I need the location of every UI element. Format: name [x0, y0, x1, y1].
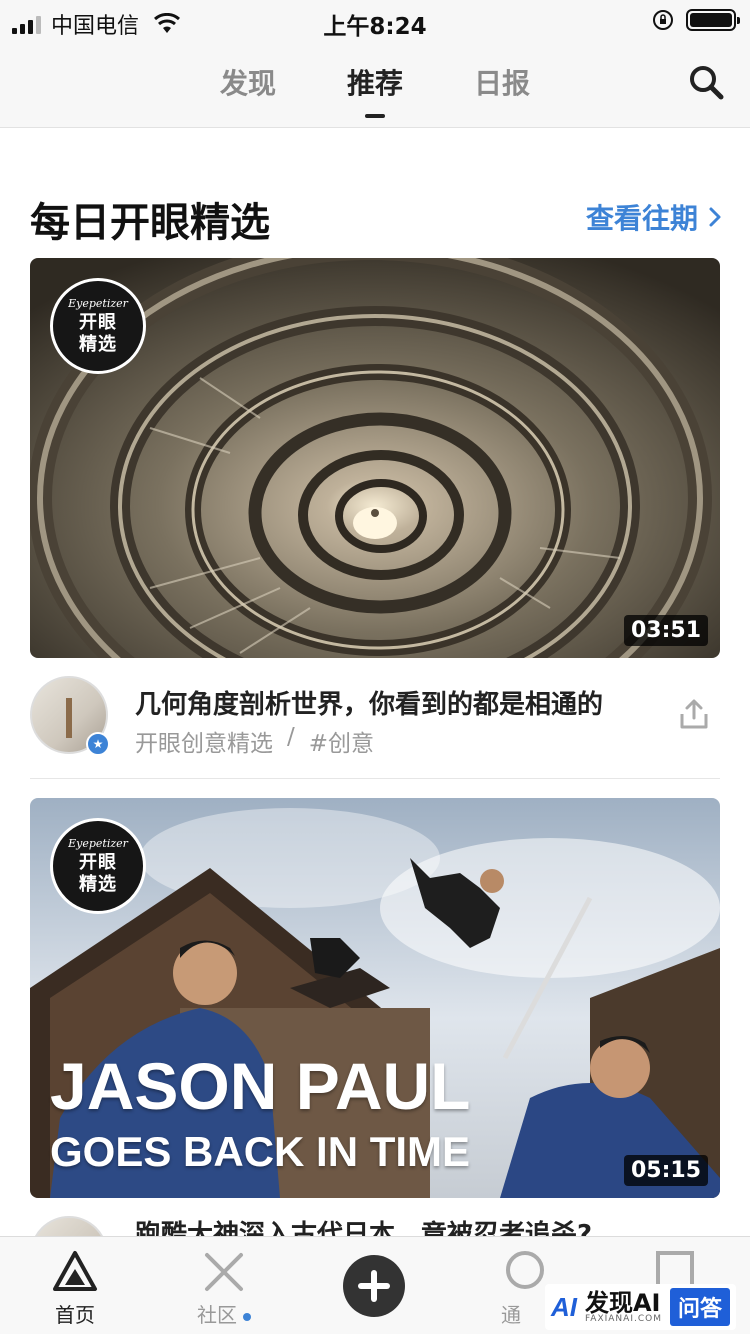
new-dot-indicator [243, 1312, 251, 1321]
cover-title-line1: JASON PAUL [50, 1049, 471, 1123]
status-right [652, 9, 740, 31]
video-info-1[interactable]: ★ 几何角度剖析世界，你看到的都是相通的 开眼创意精选 / #创意 [30, 676, 720, 776]
badge-line1: 开眼 [79, 851, 117, 873]
watermark-name: 发现AI [584, 1288, 661, 1317]
home-triangle-icon [53, 1251, 97, 1291]
tab-community-text: 社区 [197, 1303, 237, 1327]
video-cover-1[interactable]: Eyepetizer 开眼 精选 03:51 [30, 258, 720, 658]
bottom-tab-bar: 首页 社区 通 AI 发现AI FAXIANAI.COM 问答 [0, 1236, 750, 1334]
eyepetizer-badge: Eyepetizer 开眼 精选 [50, 278, 146, 374]
community-x-icon [205, 1253, 243, 1291]
video-title[interactable]: 几何角度剖析世界，你看到的都是相通的 [135, 684, 603, 721]
tab-community[interactable]: 社区 [174, 1249, 274, 1328]
tab-indicator [365, 114, 385, 118]
top-nav: 发现 推荐 日报 [0, 40, 750, 128]
video-cover-2[interactable]: JASON PAUL GOES BACK IN TIME Eyepetizer … [30, 798, 720, 1198]
watermark-domain: FAXIANAI.COM [584, 1313, 662, 1324]
tab-daily[interactable]: 日报 [474, 62, 530, 102]
video-duration: 03:51 [623, 615, 708, 646]
video-title[interactable]: 跑酷大神深入古代日本，竟被忍者追杀? [135, 1216, 592, 1236]
badge-line2: 精选 [79, 873, 117, 895]
verified-star-icon: ★ [86, 732, 110, 756]
badge-line2: 精选 [79, 333, 117, 355]
tab-community-label: 社区 [174, 1299, 274, 1328]
author-avatar[interactable] [30, 1216, 108, 1236]
battery-icon [686, 9, 740, 31]
status-time: 上午8:24 [323, 14, 427, 40]
search-icon[interactable] [686, 62, 726, 102]
watermark-tag: 问答 [669, 1288, 730, 1326]
publish-plus-button[interactable] [343, 1255, 405, 1317]
faxianai-watermark: AI 发现AI FAXIANAI.COM 问答 [544, 1284, 736, 1330]
tab-recommend[interactable]: 推荐 [347, 62, 403, 102]
status-bar: 中国电信 上午8:24 [0, 0, 750, 40]
video-tag[interactable]: #创意 [309, 724, 374, 758]
badge-brand: Eyepetizer [68, 296, 128, 310]
cover-title-line2: GOES BACK IN TIME [50, 1128, 471, 1175]
view-history-label: 查看往期 [585, 202, 698, 235]
tab-home-label: 首页 [55, 1303, 95, 1327]
view-history-link[interactable]: 查看往期 [586, 197, 722, 237]
card-divider [30, 778, 720, 779]
badge-brand: Eyepetizer [68, 836, 128, 850]
share-icon[interactable] [678, 698, 710, 730]
notification-circle-icon [506, 1251, 544, 1289]
video-info-2[interactable]: 跑酷大神深入古代日本，竟被忍者追杀? [30, 1216, 720, 1236]
watermark-text: 发现AI FAXIANAI.COM [585, 1291, 662, 1324]
tab-home[interactable]: 首页 [25, 1249, 125, 1328]
tab-discover[interactable]: 发现 [220, 62, 276, 102]
video-duration: 05:15 [623, 1155, 708, 1186]
ai-logo: AI [550, 1291, 577, 1322]
meta-separator: / [287, 724, 295, 750]
badge-line1: 开眼 [79, 311, 117, 333]
chevron-right-icon [709, 207, 721, 227]
video-author[interactable]: 开眼创意精选 [135, 724, 273, 758]
plus-icon [358, 1270, 390, 1302]
orientation-lock-icon [653, 10, 673, 30]
section-title: 每日开眼精选 [30, 200, 270, 246]
eyepetizer-badge: Eyepetizer 开眼 精选 [50, 818, 146, 914]
video-meta: 开眼创意精选 / #创意 [135, 724, 374, 758]
